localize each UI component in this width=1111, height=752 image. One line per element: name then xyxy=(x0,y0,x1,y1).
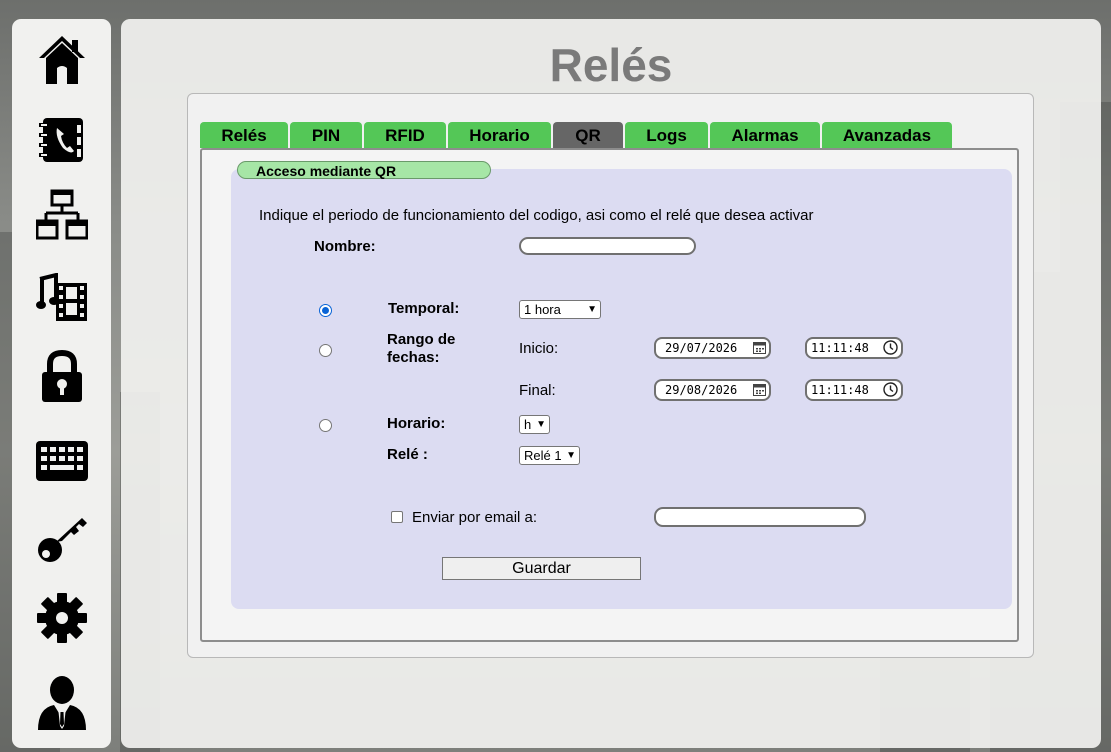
horario-select[interactable]: h ▼ xyxy=(519,415,550,434)
network-icon xyxy=(35,189,88,241)
tab-reles[interactable]: Relés xyxy=(200,122,288,148)
nombre-input[interactable] xyxy=(519,237,696,255)
main-panel: Relés Relés PIN RFID Horario QR Logs Ala… xyxy=(121,19,1101,748)
tab-rfid[interactable]: RFID xyxy=(364,122,446,148)
section-label: Acceso mediante QR xyxy=(237,161,491,179)
clock-icon xyxy=(883,382,898,402)
calendar-icon xyxy=(753,341,766,359)
tab-logs[interactable]: Logs xyxy=(625,122,708,148)
page-title: Relés xyxy=(549,39,673,91)
clock-icon xyxy=(883,340,898,360)
horario-label: Horario: xyxy=(387,415,446,432)
tab-pin[interactable]: PIN xyxy=(290,122,362,148)
final-date-value: 29/08/2026 xyxy=(665,383,738,397)
sidebar-item-user[interactable] xyxy=(12,667,111,737)
rango-label-line2: fechas: xyxy=(387,349,440,366)
final-time-input[interactable]: 11:11:48 xyxy=(805,379,903,401)
horario-radio[interactable] xyxy=(319,419,332,432)
contacts-book-icon xyxy=(37,115,87,165)
temporal-select-value: 1 hora xyxy=(524,302,561,317)
keyboard-icon xyxy=(35,440,89,482)
tab-alarmas[interactable]: Alarmas xyxy=(710,122,820,148)
rele-select[interactable]: Relé 1 ▼ xyxy=(519,446,580,465)
inicio-time-input[interactable]: 11:11:48 xyxy=(805,337,903,359)
tab-avanzadas[interactable]: Avanzadas xyxy=(822,122,952,148)
lock-icon xyxy=(40,350,84,404)
inicio-date-input[interactable]: 29/07/2026 xyxy=(654,337,771,359)
rele-select-value: Relé 1 xyxy=(524,448,562,463)
temporal-label: Temporal: xyxy=(388,300,460,317)
rango-radio[interactable] xyxy=(319,344,332,357)
rele-label: Relé : xyxy=(387,446,428,463)
sidebar-item-settings[interactable] xyxy=(12,583,111,653)
final-label: Final: xyxy=(519,382,556,399)
final-date-input[interactable]: 29/08/2026 xyxy=(654,379,771,401)
tab-qr[interactable]: QR xyxy=(553,122,623,148)
intro-text: Indique el periodo de funcionamiento del… xyxy=(259,207,814,224)
tab-content: Acceso mediante QR Indique el periodo de… xyxy=(200,148,1019,642)
sidebar-item-keys[interactable] xyxy=(12,503,111,573)
inicio-label: Inicio: xyxy=(519,340,559,357)
settings-panel: Relés PIN RFID Horario QR Logs Alarmas A… xyxy=(187,93,1034,658)
temporal-select[interactable]: 1 hora ▼ xyxy=(519,300,601,319)
inicio-time-value: 11:11:48 xyxy=(811,341,869,355)
gear-icon xyxy=(36,592,88,644)
inicio-date-value: 29/07/2026 xyxy=(665,341,738,355)
sidebar-item-keyboard[interactable] xyxy=(12,426,111,496)
email-label: Enviar por email a: xyxy=(412,509,538,526)
temporal-radio[interactable] xyxy=(319,304,332,317)
save-button[interactable]: Guardar xyxy=(442,557,641,580)
sidebar-item-home[interactable] xyxy=(12,25,111,95)
email-input[interactable] xyxy=(654,507,866,527)
sidebar-item-network[interactable] xyxy=(12,180,111,250)
media-icon xyxy=(35,273,88,325)
chevron-down-icon: ▼ xyxy=(536,419,546,430)
horario-select-value: h xyxy=(524,417,532,432)
email-checkbox[interactable] xyxy=(391,511,403,523)
key-icon xyxy=(36,512,88,564)
home-icon xyxy=(37,34,87,86)
tab-horario[interactable]: Horario xyxy=(448,122,551,148)
sidebar-item-media[interactable] xyxy=(12,264,111,334)
sidebar xyxy=(12,19,111,748)
sidebar-item-lock[interactable] xyxy=(12,342,111,412)
nombre-label: Nombre: xyxy=(314,238,376,255)
chevron-down-icon: ▼ xyxy=(587,304,597,315)
user-icon xyxy=(36,674,88,730)
chevron-down-icon: ▼ xyxy=(566,450,576,461)
sidebar-item-contacts[interactable] xyxy=(12,105,111,175)
rango-label-line1: Rango de xyxy=(387,331,456,348)
calendar-icon xyxy=(753,383,766,401)
final-time-value: 11:11:48 xyxy=(811,383,869,397)
